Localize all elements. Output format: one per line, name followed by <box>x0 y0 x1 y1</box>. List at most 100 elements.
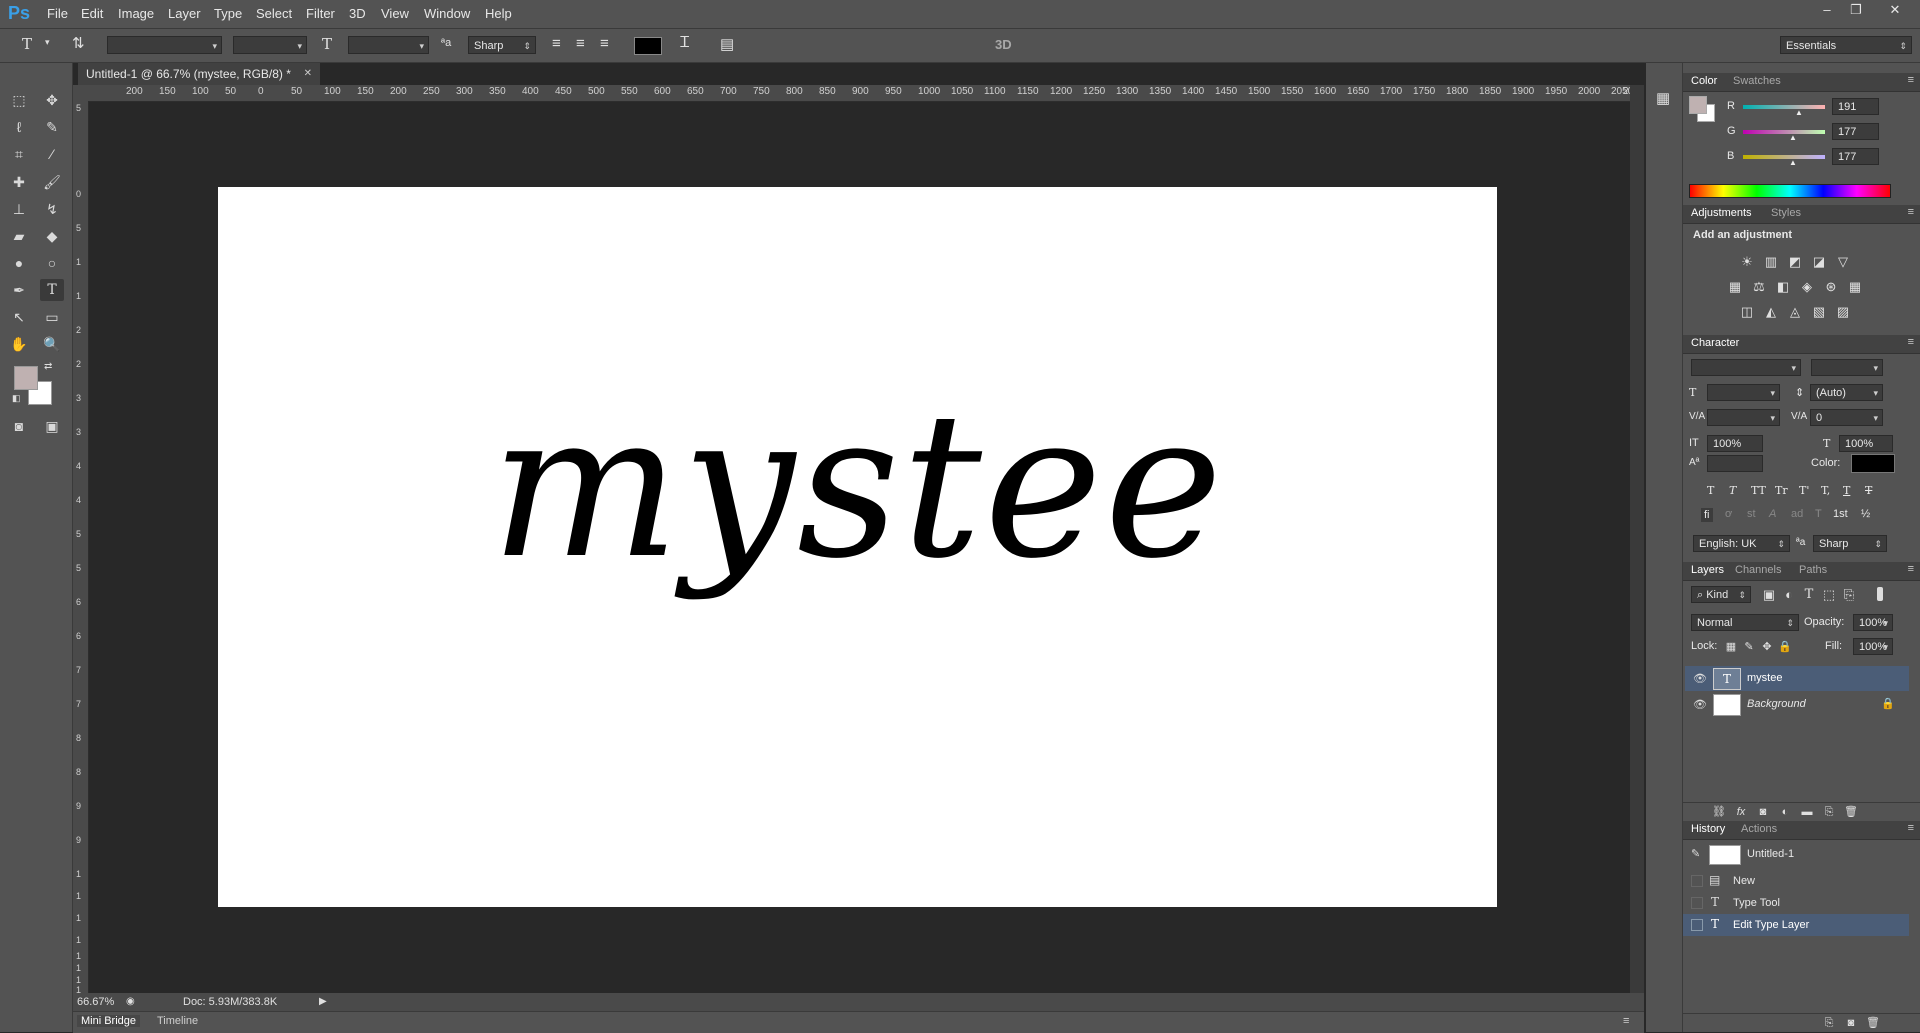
menu-edit[interactable]: Edit <box>81 6 103 21</box>
slider-thumb-icon[interactable]: ▲ <box>1795 108 1803 117</box>
history-brush-source-icon[interactable]: ✎ <box>1691 847 1700 860</box>
ligatures-button[interactable]: fi <box>1701 508 1713 522</box>
exposure-icon[interactable]: ◪ <box>1811 254 1827 270</box>
faux-italic-button[interactable]: T <box>1729 484 1736 497</box>
gradient-map-icon[interactable]: ▧ <box>1811 304 1827 320</box>
horizontal-scale-input[interactable]: 100% <box>1839 435 1893 452</box>
restore-button[interactable]: ❐ <box>1845 2 1867 20</box>
text-color-swatch[interactable] <box>634 37 662 55</box>
red-value-input[interactable]: 191 <box>1832 98 1879 115</box>
quick-selection-tool-icon[interactable]: ✎ <box>40 116 64 138</box>
healing-brush-tool-icon[interactable]: ✚ <box>7 171 31 193</box>
character-antialias-select[interactable]: Sharp ⇕ <box>1813 535 1887 552</box>
swash-button[interactable]: st <box>1747 508 1756 520</box>
superscript-button[interactable]: T' <box>1799 484 1809 497</box>
blue-value-input[interactable]: 177 <box>1832 148 1879 165</box>
character-font-style-select[interactable]: ▾ <box>1811 359 1883 376</box>
3d-button[interactable]: 3D <box>995 37 1012 52</box>
warp-text-icon[interactable]: Ꮖ <box>680 34 690 51</box>
zoom-level[interactable]: 66.67% <box>77 993 114 1011</box>
tab-channels[interactable]: Channels <box>1735 564 1781 576</box>
tab-paths[interactable]: Paths <box>1799 564 1827 576</box>
menu-help[interactable]: Help <box>485 6 512 21</box>
lock-image-icon[interactable]: ✎ <box>1741 639 1757 655</box>
menu-filter[interactable]: Filter <box>306 6 335 21</box>
quick-mask-icon[interactable]: ◙ <box>7 415 31 437</box>
workspace-select[interactable]: Essentials ⇕ <box>1780 36 1912 54</box>
opacity-input[interactable]: 100% ▾ <box>1853 614 1893 631</box>
marquee-tool-icon[interactable]: ⬚ <box>7 89 31 111</box>
history-snapshot[interactable]: ✎ Untitled-1 <box>1683 843 1909 865</box>
color-balance-icon[interactable]: ⚖ <box>1751 279 1767 295</box>
red-slider[interactable] <box>1743 105 1825 109</box>
fractions-button[interactable]: ½ <box>1861 508 1870 520</box>
minimize-button[interactable]: – <box>1816 2 1838 20</box>
strikethrough-button[interactable]: T <box>1865 484 1872 497</box>
ruler-origin[interactable] <box>73 85 89 102</box>
menu-file[interactable]: File <box>47 6 68 21</box>
blend-mode-select[interactable]: Normal ⇕ <box>1691 614 1799 631</box>
filter-type-icon[interactable]: T <box>1801 587 1817 603</box>
lock-transparent-icon[interactable]: ▦ <box>1723 639 1739 655</box>
history-checkbox[interactable] <box>1691 897 1703 909</box>
slider-thumb-icon[interactable]: ▲ <box>1789 158 1797 167</box>
menu-layer[interactable]: Layer <box>168 6 201 21</box>
color-spectrum-bar[interactable] <box>1689 184 1891 198</box>
ordinals-button[interactable]: T <box>1815 508 1822 520</box>
character-font-family-select[interactable]: ▾ <box>1691 359 1801 376</box>
history-panel-icon[interactable]: ▦ <box>1656 89 1670 107</box>
document-tab[interactable]: Untitled-1 @ 66.7% (mystee, RGB/8) * ✕ <box>78 63 320 85</box>
move-tool-icon[interactable]: ✥ <box>40 89 64 111</box>
selective-color-icon[interactable]: ▨ <box>1835 304 1851 320</box>
panel-menu-icon[interactable]: ≡ <box>1908 206 1914 218</box>
menu-select[interactable]: Select <box>256 6 292 21</box>
font-style-select[interactable]: ▾ <box>233 36 307 54</box>
leading-input[interactable]: (Auto) ▾ <box>1810 384 1883 401</box>
type-tool-icon[interactable]: T <box>40 279 64 301</box>
filter-adjustment-icon[interactable]: ◐ <box>1781 587 1797 603</box>
tab-mini-bridge[interactable]: Mini Bridge <box>77 1015 141 1027</box>
orientation-toggle-icon[interactable]: ⇅ <box>72 34 85 52</box>
ruler-top[interactable]: 200 150 100 50 0 50 100 150 200 250 300 … <box>88 85 1630 102</box>
threshold-icon[interactable]: ◬ <box>1787 304 1803 320</box>
menu-type[interactable]: Type <box>214 6 242 21</box>
brightness-contrast-icon[interactable]: ☀ <box>1739 254 1755 270</box>
history-checkbox[interactable] <box>1691 875 1703 887</box>
photo-filter-icon[interactable]: ◈ <box>1799 279 1815 295</box>
delete-layer-icon[interactable]: 🗑 <box>1843 804 1859 820</box>
align-left-icon[interactable]: ≡ <box>552 35 561 52</box>
vibrance-icon[interactable]: ▽ <box>1835 254 1851 270</box>
history-item-type-tool[interactable]: T Type Tool <box>1683 892 1909 914</box>
tab-actions[interactable]: Actions <box>1741 823 1777 835</box>
fill-input[interactable]: 100% ▾ <box>1853 638 1893 655</box>
lock-all-icon[interactable]: 🔒 <box>1777 639 1793 655</box>
eye-icon[interactable]: 👁 <box>1693 698 1707 711</box>
blue-slider[interactable] <box>1743 155 1825 159</box>
panel-menu-icon[interactable]: ≡ <box>1908 336 1914 348</box>
canvas-text-mystee[interactable]: mystee <box>218 387 1497 587</box>
eyedropper-tool-icon[interactable]: ⁄ <box>40 143 64 165</box>
add-mask-icon[interactable]: ◙ <box>1755 804 1771 820</box>
underline-button[interactable]: T <box>1843 484 1850 497</box>
eye-icon[interactable]: 👁 <box>1693 672 1707 685</box>
status-icon[interactable]: ◉ <box>126 993 135 1011</box>
black-white-icon[interactable]: ◧ <box>1775 279 1791 295</box>
posterize-icon[interactable]: ◭ <box>1763 304 1779 320</box>
new-snapshot-icon[interactable]: ◙ <box>1843 1015 1859 1031</box>
crop-tool-icon[interactable]: ⌗ <box>7 143 31 165</box>
menu-view[interactable]: View <box>381 6 409 21</box>
color-foreground-swatch[interactable] <box>1689 96 1707 114</box>
delete-state-icon[interactable]: 🗑 <box>1865 1015 1881 1031</box>
new-layer-icon[interactable]: ⎘ <box>1821 804 1837 820</box>
new-group-icon[interactable]: ▬ <box>1799 804 1815 820</box>
history-brush-tool-icon[interactable]: ↯ <box>40 198 64 220</box>
vertical-scrollbar[interactable] <box>1630 85 1644 993</box>
eraser-tool-icon[interactable]: ▰ <box>7 225 31 247</box>
close-tab-icon[interactable]: ✕ <box>304 63 312 85</box>
menu-window[interactable]: Window <box>424 6 470 21</box>
hand-tool-icon[interactable]: ✋ <box>7 333 31 355</box>
status-menu-arrow-icon[interactable]: ▶ <box>319 993 327 1011</box>
tracking-input[interactable]: 0 ▾ <box>1810 409 1883 426</box>
path-selection-tool-icon[interactable]: ↖ <box>7 306 31 328</box>
character-panel-toggle-icon[interactable]: ▤ <box>720 35 734 53</box>
